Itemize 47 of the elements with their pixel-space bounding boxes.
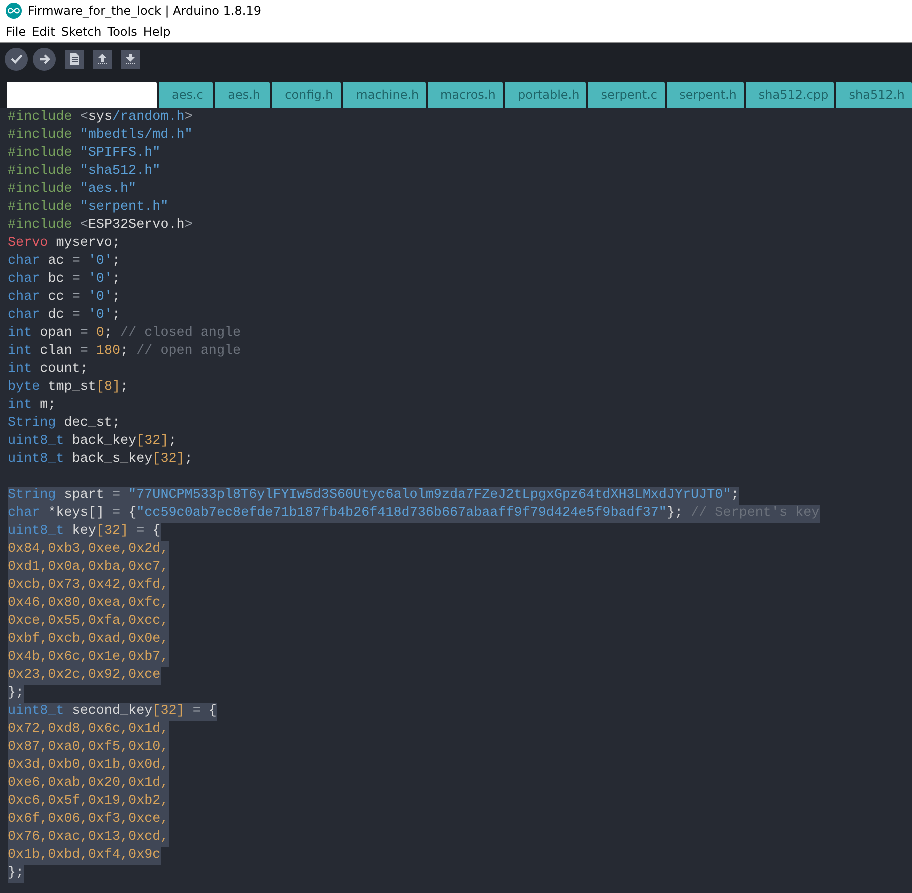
code-line: #include "sha512.h" bbox=[8, 163, 161, 181]
menu-item[interactable]: Help bbox=[140, 22, 174, 42]
code-line: Servo myservo; bbox=[8, 235, 121, 253]
code-line: char cc = '0'; bbox=[8, 289, 121, 307]
arrow-up-icon bbox=[97, 53, 108, 65]
file-tab[interactable]: portable.h bbox=[505, 82, 586, 108]
code-line: #include <sys/random.h> bbox=[8, 109, 193, 127]
code-line: uint8_t back_s_key[32]; bbox=[8, 451, 193, 469]
file-tab[interactable]: aes.h bbox=[215, 82, 270, 108]
code-line: char dc = '0'; bbox=[8, 307, 121, 325]
verify-button[interactable] bbox=[5, 48, 28, 70]
window-title: Firmware_for_the_lock | Arduino 1.8.19 bbox=[28, 4, 262, 18]
arrow-down-icon bbox=[125, 53, 136, 65]
menu-item[interactable]: Tools bbox=[104, 22, 140, 42]
arrow-right-icon bbox=[38, 54, 50, 64]
menu-item[interactable]: File bbox=[3, 22, 30, 42]
code-line: int m; bbox=[8, 397, 56, 415]
code-line: int opan = 0; // closed angle bbox=[8, 325, 242, 343]
code-line: #include "serpent.h" bbox=[8, 199, 169, 217]
code-line: byte tmp_st[8]; bbox=[8, 379, 129, 397]
document-icon bbox=[70, 52, 80, 66]
menu-item[interactable]: Sketch bbox=[58, 22, 105, 42]
file-tab[interactable]: sha512.cpp bbox=[746, 82, 834, 108]
code-line: #include "mbedtls/md.h" bbox=[8, 127, 193, 145]
code-line: int count; bbox=[8, 361, 88, 379]
code-line: int clan = 180; // open angle bbox=[8, 343, 242, 361]
file-tab[interactable]: macros.h bbox=[428, 82, 504, 108]
new-button[interactable] bbox=[65, 50, 84, 68]
file-tab[interactable]: aes.c bbox=[159, 82, 214, 108]
menu-item[interactable]: Edit bbox=[29, 22, 58, 42]
save-button[interactable] bbox=[121, 50, 140, 68]
file-tab[interactable]: serpent.c bbox=[588, 82, 665, 108]
app-logo-icon bbox=[6, 3, 22, 19]
upload-button[interactable] bbox=[33, 48, 56, 70]
code-line: char bc = '0'; bbox=[8, 271, 121, 289]
file-tab[interactable]: config.h bbox=[272, 82, 342, 108]
code-line: #include <ESP32Servo.h> bbox=[8, 217, 193, 235]
checkmark-icon bbox=[10, 54, 22, 64]
code-line: char ac = '0'; bbox=[8, 253, 121, 271]
code-line: String dec_st; bbox=[8, 415, 121, 433]
code-line: #include "SPIFFS.h" bbox=[8, 145, 161, 163]
file-tab[interactable]: machine.h bbox=[343, 82, 426, 108]
code-line: uint8_t back_key[32]; bbox=[8, 433, 177, 451]
file-tab[interactable]: serpent.h bbox=[666, 82, 744, 108]
code-line: #include "aes.h" bbox=[8, 181, 137, 199]
file-tab[interactable]: sha512.h bbox=[836, 82, 912, 108]
open-button[interactable] bbox=[93, 50, 112, 68]
